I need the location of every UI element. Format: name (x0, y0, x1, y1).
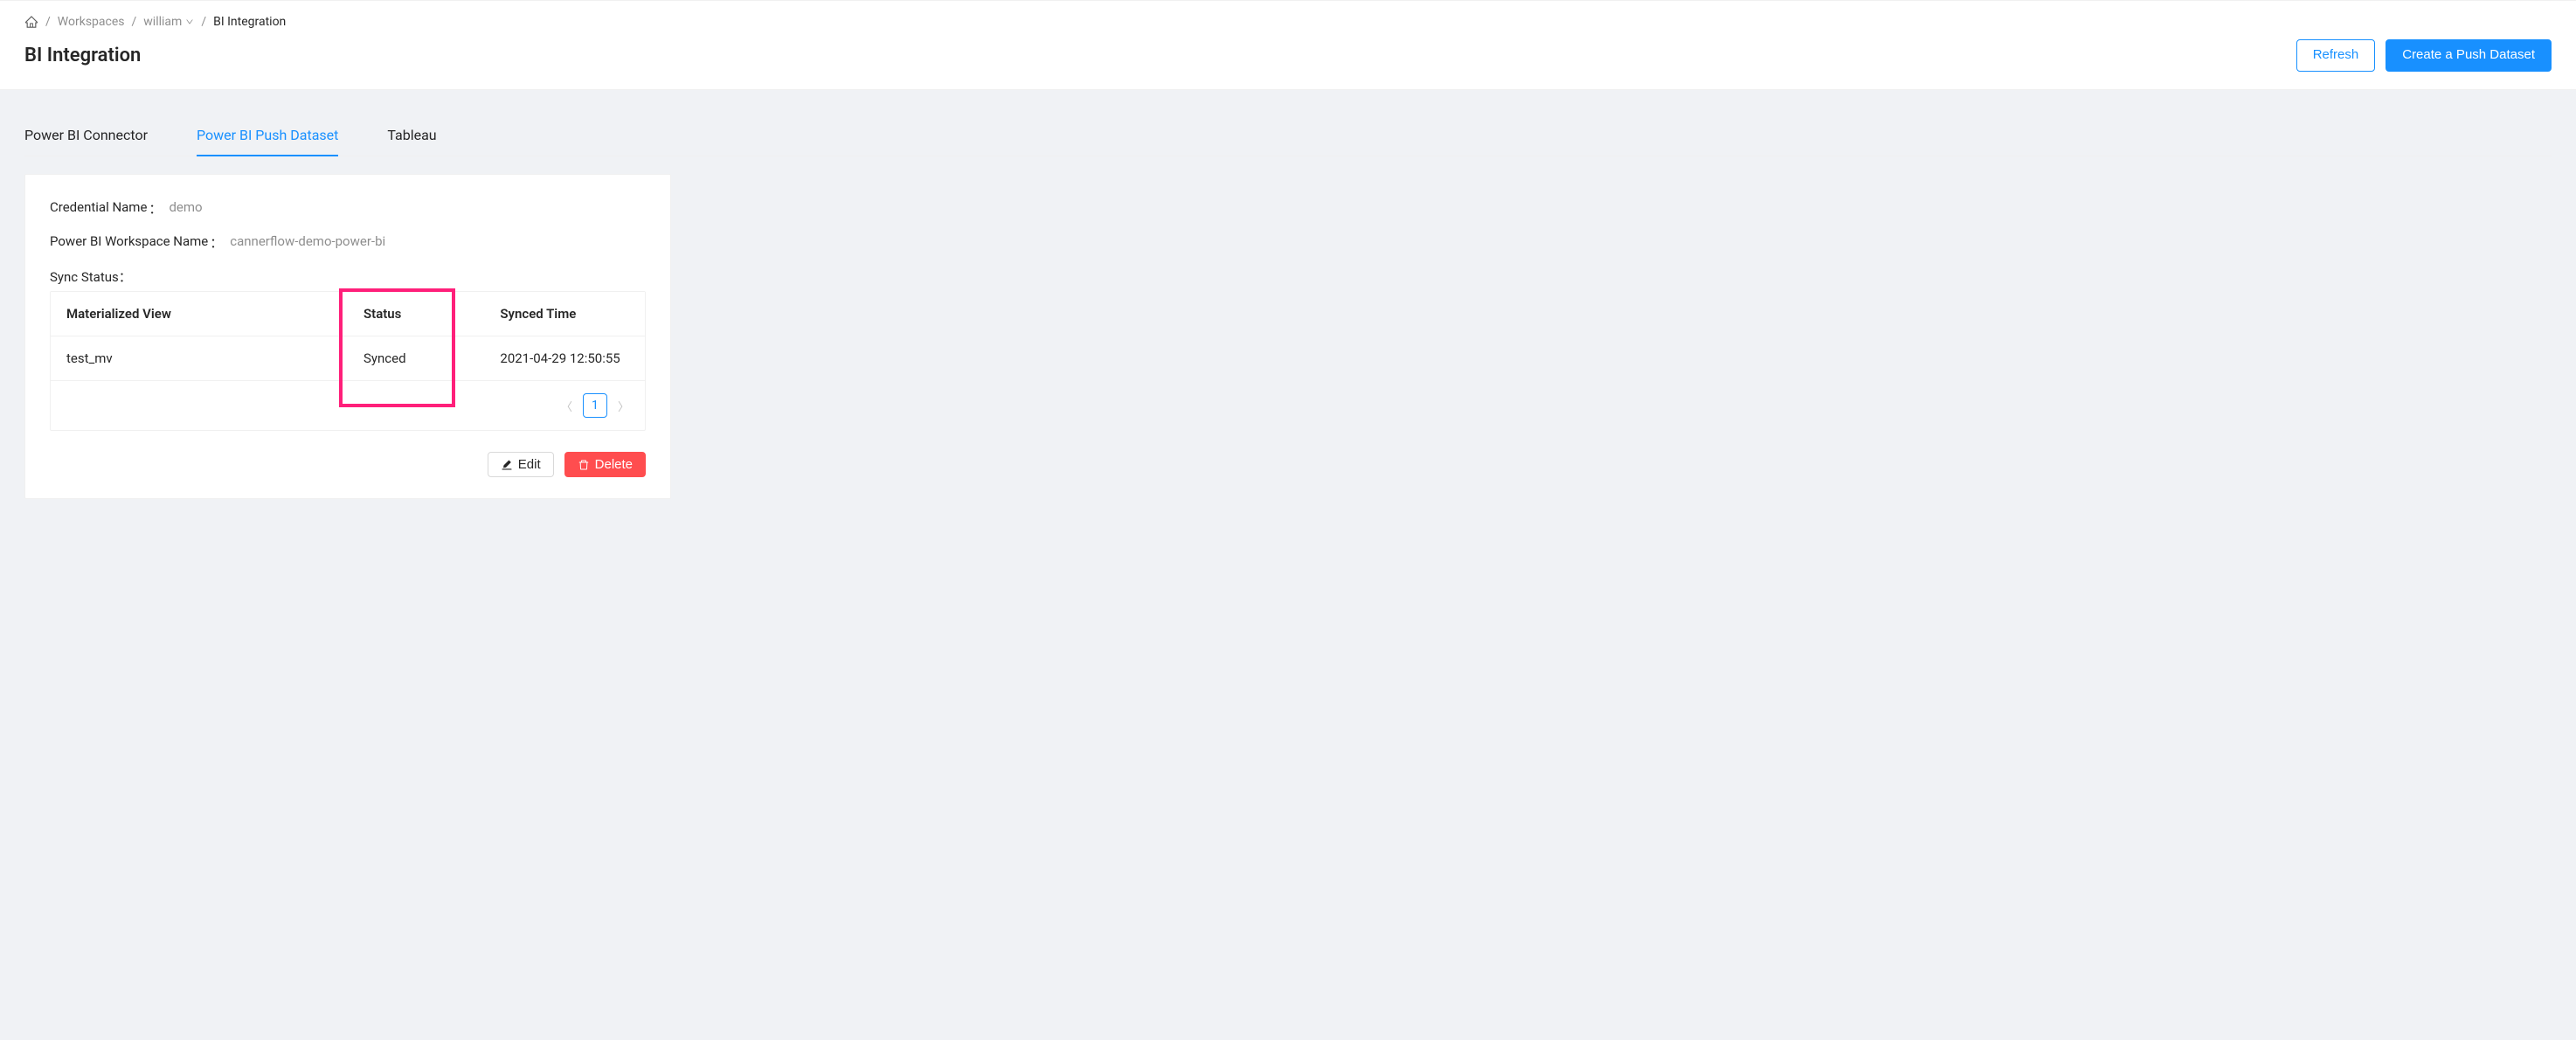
page-header: / Workspaces / william / BI Integration … (0, 0, 2576, 90)
pagination: 〈 1 〉 (51, 381, 645, 430)
column-synced-time: Synced Time (484, 292, 645, 336)
delete-icon (578, 459, 590, 471)
credential-name-label: Credential Name (50, 199, 147, 218)
pagination-prev[interactable]: 〈 (561, 398, 572, 414)
pagination-next[interactable]: 〉 (618, 398, 629, 414)
breadcrumb-workspaces[interactable]: Workspaces (58, 15, 125, 29)
tab-powerbi-connector[interactable]: Power BI Connector (24, 114, 148, 156)
edit-icon (501, 459, 513, 471)
tab-tableau[interactable]: Tableau (387, 114, 436, 156)
breadcrumb-user: william (143, 15, 182, 29)
delete-button-label: Delete (595, 457, 633, 472)
credential-name-value: demo (169, 199, 202, 218)
column-materialized-view: Materialized View (51, 292, 348, 336)
refresh-button[interactable]: Refresh (2296, 39, 2376, 72)
delete-button[interactable]: Delete (564, 452, 646, 477)
workspace-name-value: cannerflow-demo-power-bi (230, 233, 385, 252)
edit-button-label: Edit (518, 457, 541, 472)
home-icon[interactable] (24, 15, 38, 29)
breadcrumb-separator: / (132, 15, 137, 29)
breadcrumb-separator: / (45, 15, 51, 29)
breadcrumb-separator: / (201, 15, 206, 29)
breadcrumb-current: BI Integration (213, 15, 286, 29)
page-title: BI Integration (24, 45, 141, 66)
sync-status-table: Materialized View Status Synced Time tes… (50, 291, 646, 432)
column-status: Status (348, 292, 484, 336)
push-dataset-card: Credential Name ： demo Power BI Workspac… (24, 174, 671, 500)
pagination-page-1[interactable]: 1 (583, 393, 607, 418)
create-push-dataset-button[interactable]: Create a Push Dataset (2386, 39, 2552, 72)
breadcrumb: / Workspaces / william / BI Integration (24, 15, 2552, 29)
tabs: Power BI Connector Power BI Push Dataset… (24, 114, 2552, 156)
chevron-down-icon (185, 17, 194, 26)
cell-status: Synced (348, 336, 484, 381)
tab-powerbi-push-dataset[interactable]: Power BI Push Dataset (197, 114, 338, 156)
cell-materialized-view: test_mv (51, 336, 348, 381)
table-row: test_mv Synced 2021-04-29 12:50:55 (51, 336, 645, 381)
edit-button[interactable]: Edit (488, 452, 554, 477)
breadcrumb-user-dropdown[interactable]: william (143, 15, 194, 29)
sync-status-label: Sync Status (50, 269, 119, 285)
cell-synced-time: 2021-04-29 12:50:55 (484, 336, 645, 381)
workspace-name-label: Power BI Workspace Name (50, 233, 208, 252)
